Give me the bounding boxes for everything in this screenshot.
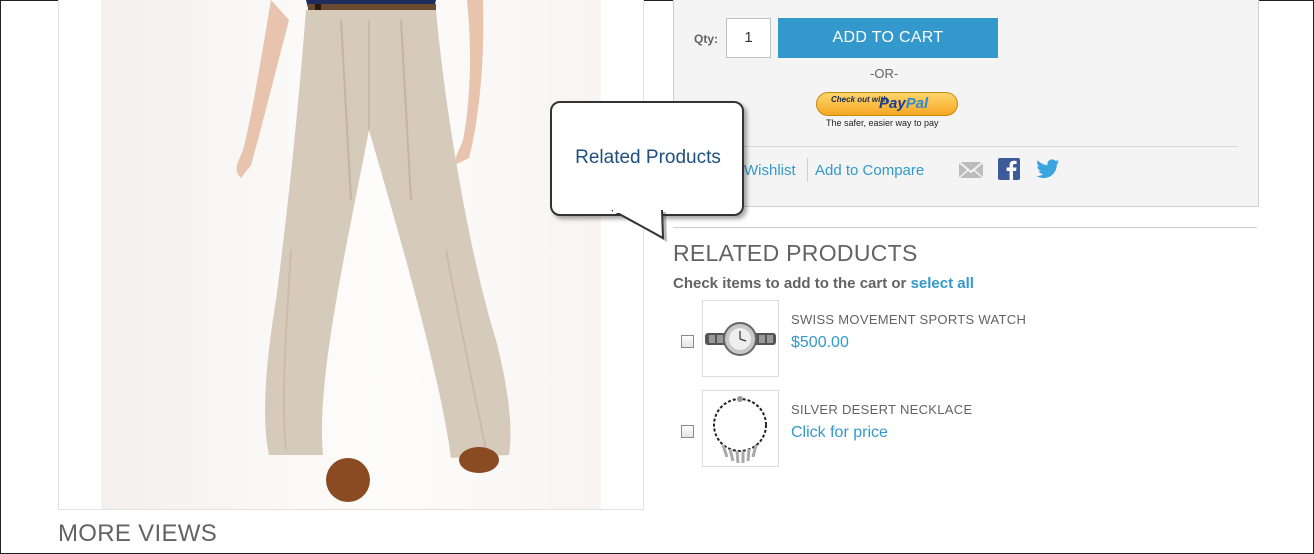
paypal-logo-pal: Pal: [905, 95, 929, 112]
paypal-logo-pay: Pay: [879, 95, 906, 112]
twitter-icon[interactable]: [1036, 159, 1060, 184]
related-instruction-text: Check items to add to the cart or: [673, 275, 907, 292]
necklace-image: [713, 396, 767, 464]
product-photo[interactable]: [101, 0, 601, 509]
related-item-checkbox[interactable]: [681, 335, 694, 348]
related-item-price-link[interactable]: Click for price: [791, 424, 888, 442]
email-icon[interactable]: [958, 160, 984, 185]
add-to-cart-panel: Qty: 1 ADD TO CART -OR- Check out with P…: [673, 0, 1259, 207]
related-item-name[interactable]: SWISS MOVEMENT SPORTS WATCH: [791, 312, 1026, 327]
related-divider: [673, 227, 1257, 228]
add-to-wishlist-link[interactable]: Wishlist: [744, 162, 796, 179]
callout-text: Related Products: [575, 147, 721, 168]
trousers-illustration: [236, 0, 511, 502]
facebook-icon[interactable]: [998, 158, 1020, 185]
qty-input[interactable]: 1: [726, 18, 771, 58]
select-all-link[interactable]: select all: [911, 275, 974, 292]
add-to-cart-button[interactable]: ADD TO CART: [778, 18, 998, 58]
related-item-price: $500.00: [791, 334, 849, 351]
add-to-compare-link[interactable]: Add to Compare: [815, 162, 924, 179]
related-item-thumbnail[interactable]: [702, 390, 779, 467]
paypal-pill: Check out with PayPal: [816, 92, 958, 116]
related-products-callout: Related Products: [550, 101, 744, 216]
paypal-logo: PayPal: [879, 95, 928, 112]
link-separator: [807, 158, 808, 182]
panel-divider: [694, 146, 1238, 147]
related-products-heading: RELATED PRODUCTS: [673, 240, 918, 266]
related-instruction: Check items to add to the cart or select…: [673, 275, 974, 292]
related-item-checkbox[interactable]: [681, 425, 694, 438]
related-item-name[interactable]: SILVER DESERT NECKLACE: [791, 402, 972, 417]
more-views-heading: MORE VIEWS: [58, 520, 218, 547]
product-image-frame: [58, 0, 644, 510]
paypal-checkout-button[interactable]: Check out with PayPal The safer, easier …: [814, 90, 960, 130]
callout-tail: [611, 210, 667, 242]
watch-image: [705, 322, 776, 356]
or-separator: -OR-: [870, 66, 899, 81]
paypal-tagline: The safer, easier way to pay: [826, 118, 939, 128]
qty-label: Qty:: [694, 32, 718, 46]
related-item-thumbnail[interactable]: [702, 300, 779, 377]
